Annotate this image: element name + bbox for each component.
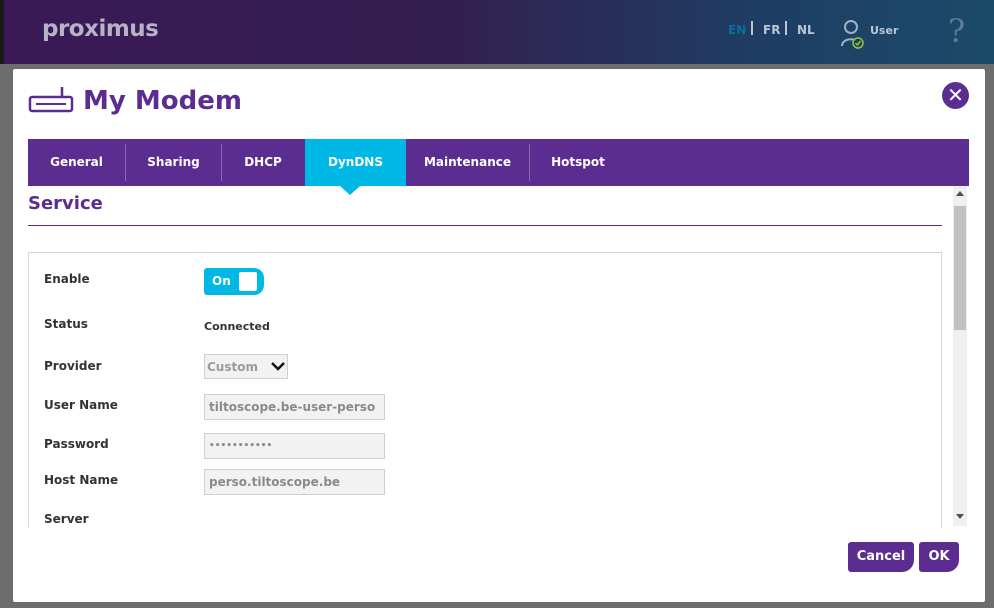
tab-dyndns[interactable]: DynDNS — [305, 139, 406, 186]
enable-label: Enable — [44, 272, 90, 286]
proximus-logo: proximus — [42, 16, 159, 42]
tab-bar: General Sharing DHCP DynDNS Maintenance … — [28, 139, 969, 186]
language-en[interactable]: EN — [728, 23, 746, 37]
language-divider — [751, 21, 753, 35]
cancel-button[interactable]: Cancel — [848, 542, 914, 572]
hostname-label: Host Name — [44, 473, 119, 487]
active-tab-indicator — [340, 186, 360, 195]
chevron-down-icon — [271, 362, 285, 371]
section-divider — [28, 225, 942, 226]
top-header: proximus EN FR NL User ? — [0, 0, 994, 64]
close-icon[interactable]: ✕ — [942, 82, 969, 109]
toggle-knob — [239, 272, 257, 291]
enable-toggle[interactable]: On — [204, 268, 264, 295]
tab-dhcp[interactable]: DHCP — [222, 139, 304, 186]
provider-select[interactable]: Custom — [204, 354, 288, 379]
server-label: Server — [44, 512, 89, 526]
language-fr[interactable]: FR — [763, 23, 780, 37]
tab-maintenance[interactable]: Maintenance — [406, 139, 529, 186]
help-icon[interactable]: ? — [948, 12, 965, 50]
status-value: Connected — [204, 320, 270, 333]
password-field[interactable]: ••••••••••• — [204, 433, 385, 459]
ok-button[interactable]: OK — [919, 542, 959, 572]
provider-label: Provider — [44, 359, 102, 373]
username-field[interactable]: tiltoscope.be-user-perso — [204, 394, 385, 420]
section-title: Service — [28, 193, 103, 214]
password-label: Password — [44, 437, 109, 451]
page-title: My Modem — [83, 86, 242, 116]
tab-hotspot[interactable]: Hotspot — [530, 139, 626, 186]
scroll-up-icon[interactable] — [956, 191, 964, 196]
tab-general[interactable]: General — [28, 139, 125, 186]
language-nl[interactable]: NL — [797, 23, 815, 37]
username-label: User Name — [44, 398, 118, 412]
hostname-field[interactable]: perso.tiltoscope.be — [204, 469, 385, 495]
user-icon[interactable] — [840, 18, 866, 50]
dyndns-form: Enable On Status Connected Provider Cust… — [28, 252, 942, 528]
scroll-down-icon[interactable] — [956, 514, 964, 519]
language-divider — [785, 21, 787, 35]
my-modem-dialog: My Modem ✕ General Sharing DHCP DynDNS M… — [13, 69, 985, 602]
provider-selected-value: Custom — [207, 360, 258, 374]
modem-icon — [28, 87, 74, 113]
status-label: Status — [44, 317, 88, 331]
user-label[interactable]: User — [870, 24, 898, 37]
tab-sharing[interactable]: Sharing — [126, 139, 221, 186]
toggle-state-label: On — [212, 274, 231, 288]
scroll-thumb[interactable] — [954, 206, 966, 330]
content-scrollbar[interactable] — [953, 186, 967, 526]
